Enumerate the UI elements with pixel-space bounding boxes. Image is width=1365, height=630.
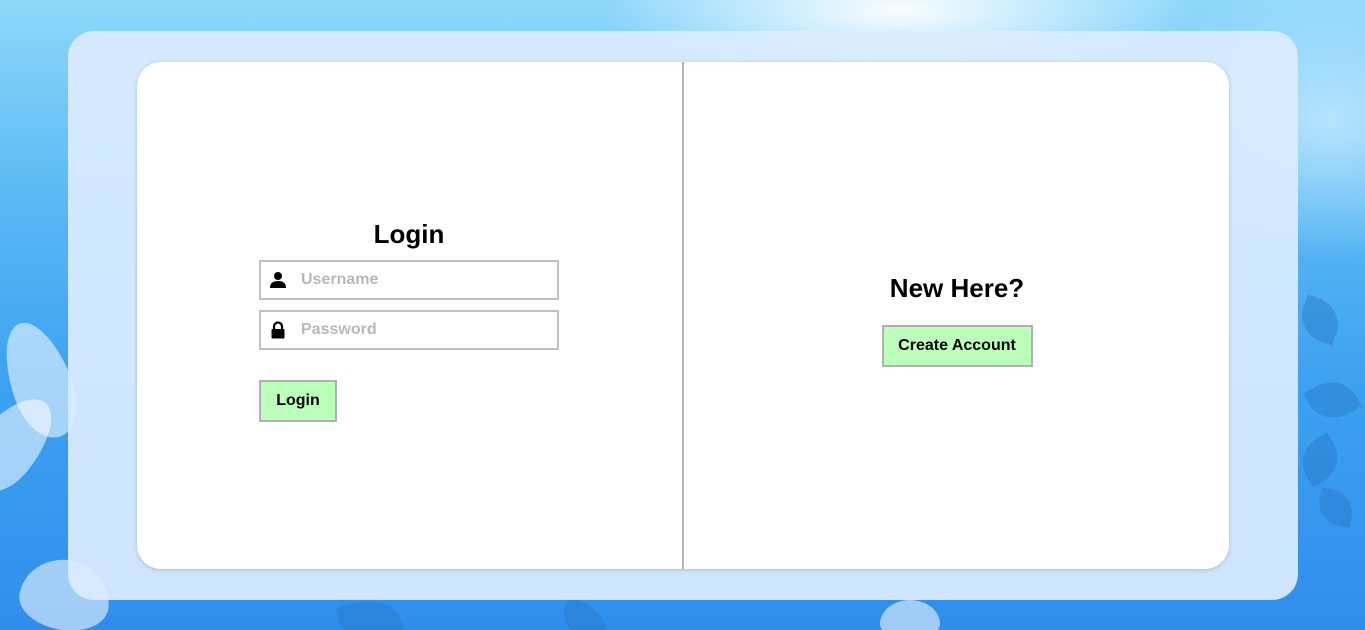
- auth-card: Login Login New Here? Create Account: [137, 62, 1229, 569]
- leaf-decoration: [1315, 487, 1356, 528]
- login-button[interactable]: Login: [259, 380, 337, 422]
- lock-icon: [271, 321, 285, 339]
- create-account-button[interactable]: Create Account: [881, 325, 1033, 367]
- new-here-heading: New Here?: [889, 273, 1025, 303]
- signup-section: New Here? Create Account: [807, 272, 1107, 367]
- flower-petal-decoration: [880, 600, 940, 630]
- password-input[interactable]: [301, 312, 551, 348]
- password-field[interactable]: [259, 310, 559, 350]
- leaf-decoration: [1292, 432, 1348, 488]
- leaf-decoration: [554, 596, 616, 630]
- vertical-divider: [682, 62, 684, 569]
- leaf-decoration: [1303, 371, 1362, 429]
- username-input[interactable]: [301, 262, 551, 298]
- username-field[interactable]: [259, 260, 559, 300]
- leaf-decoration: [1294, 294, 1346, 346]
- login-heading: Login: [373, 219, 445, 249]
- login-form: Login Login: [259, 218, 559, 422]
- user-icon: [270, 272, 286, 288]
